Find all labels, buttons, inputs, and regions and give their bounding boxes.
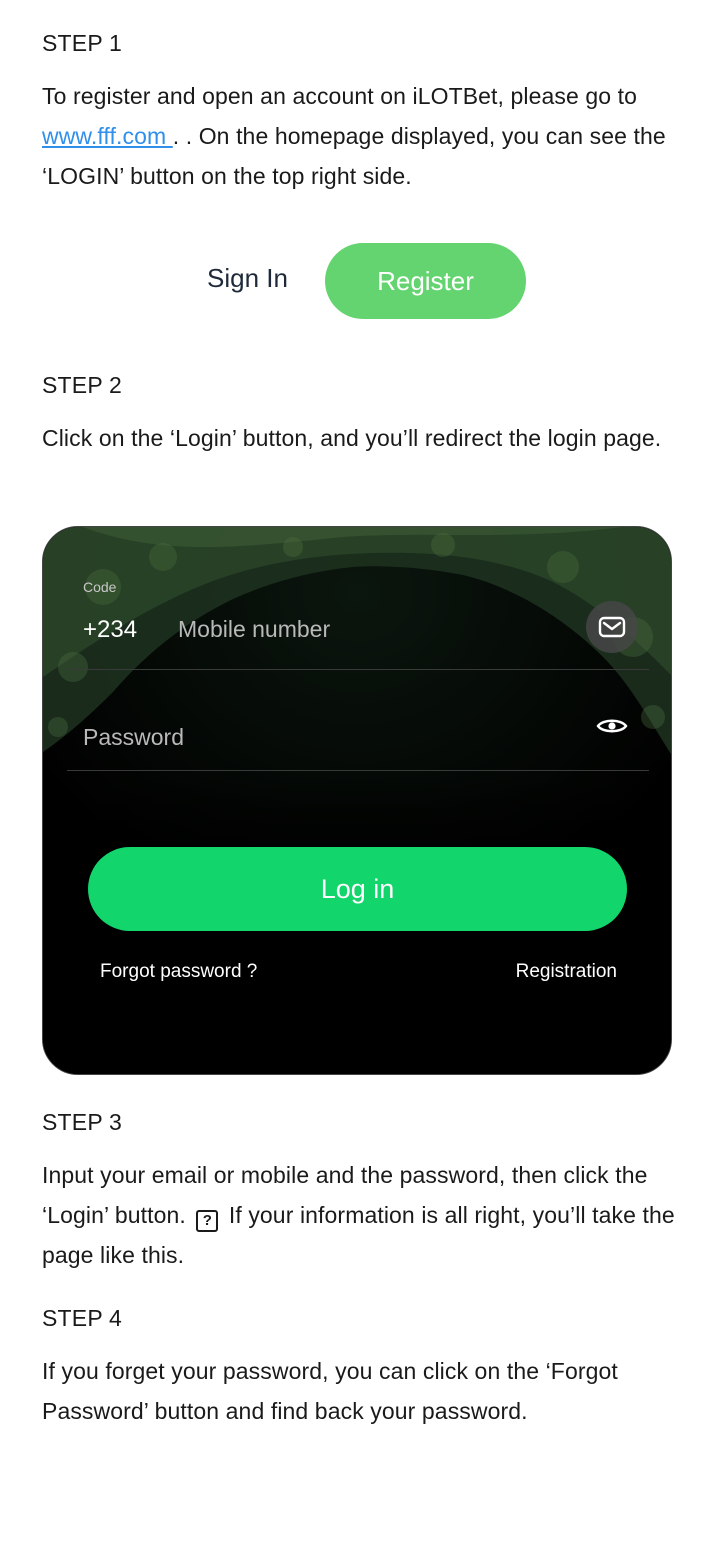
step-1-text: To register and open an account on iLOTB… — [42, 76, 682, 196]
step-4-label: STEP 4 — [42, 1305, 123, 1331]
sign-in-button[interactable]: Sign In — [207, 263, 288, 294]
mail-icon[interactable] — [586, 601, 638, 653]
code-label: Code — [83, 579, 117, 595]
broken-image-icon: ? — [196, 1210, 219, 1232]
divider — [67, 669, 649, 670]
mobile-number-input[interactable] — [178, 611, 578, 647]
register-button[interactable]: Register — [325, 243, 526, 319]
login-button[interactable]: Log in — [88, 847, 627, 931]
header-buttons: Sign In Register — [0, 243, 714, 319]
forgot-password-link[interactable]: Forgot password ? — [100, 961, 257, 983]
login-card: Code +234 Log in Forgot password ? Regis… — [42, 526, 672, 1075]
step-2-text: Click on the ‘Login’ button, and you’ll … — [42, 425, 662, 451]
step-1-text-before: To register and open an account on iLOTB… — [42, 83, 638, 109]
step-3-text: Input your email or mobile and the passw… — [42, 1155, 682, 1275]
step-4-text: If you forget your password, you can cli… — [42, 1358, 618, 1424]
eye-icon-glyph — [596, 719, 628, 733]
step-1-label: STEP 1 — [42, 30, 123, 56]
password-input[interactable] — [83, 719, 563, 755]
site-link[interactable]: www.fff.com — [42, 123, 173, 149]
step-3-label: STEP 3 — [42, 1109, 123, 1135]
mail-icon-glyph — [598, 616, 626, 638]
divider — [67, 770, 649, 771]
forest-background — [43, 527, 671, 1074]
registration-link[interactable]: Registration — [516, 961, 617, 983]
country-code-selector[interactable]: +234 — [83, 616, 137, 644]
step-2-label: STEP 2 — [42, 372, 123, 398]
eye-icon[interactable] — [595, 713, 629, 739]
